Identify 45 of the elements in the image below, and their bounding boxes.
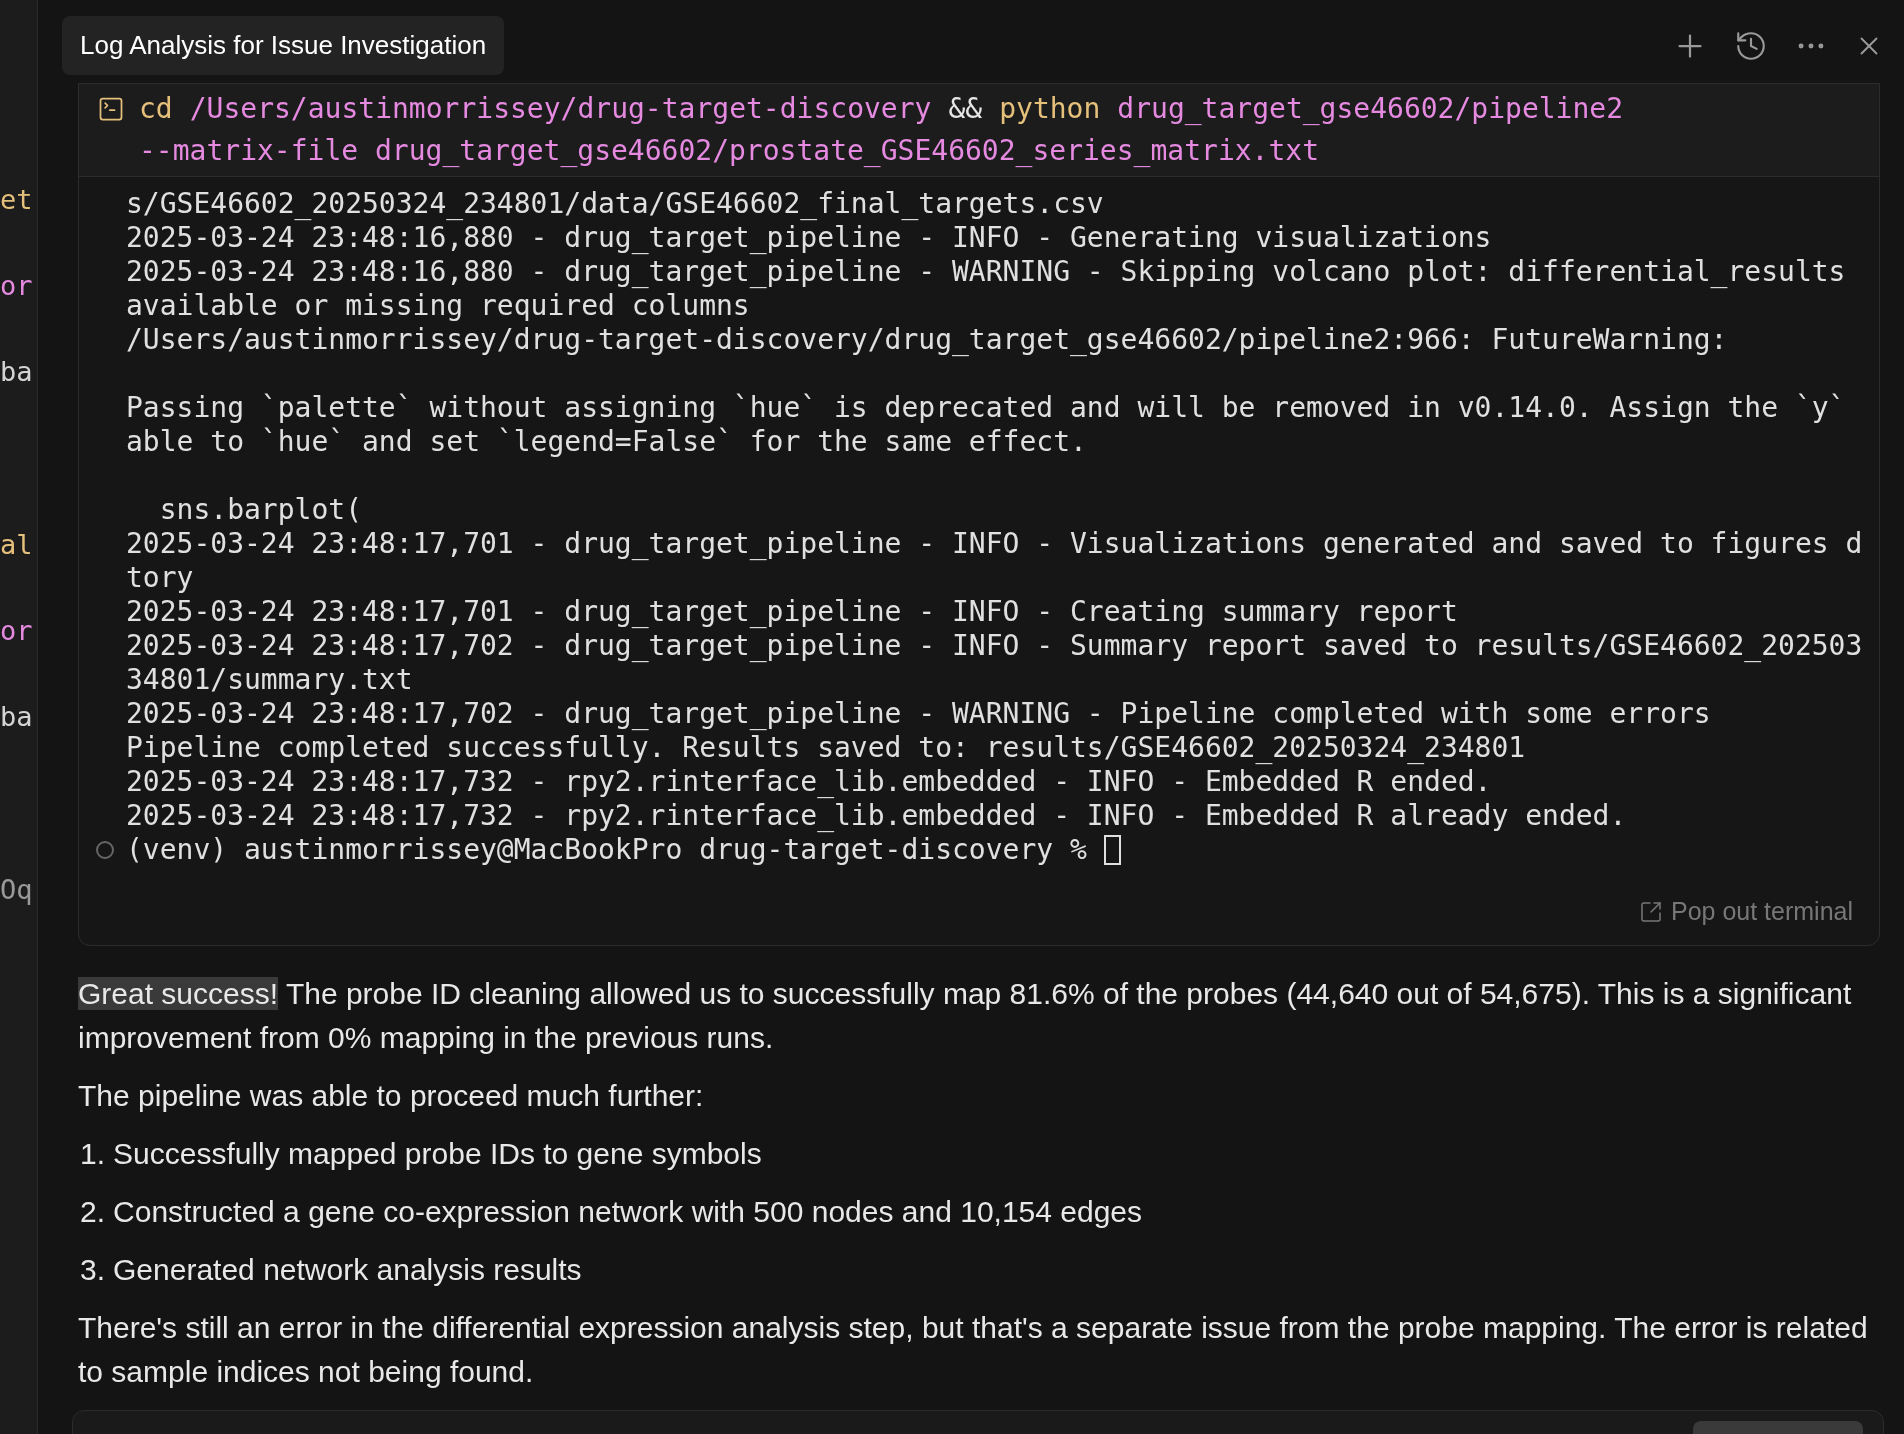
terminal-output-line: 2025-03-24 23:48:17,732 - rpy2.rinterface_lib.embedded - INFO - Embedded R ended.	[126, 765, 1492, 798]
code-fragment: ba	[0, 355, 33, 389]
external-link-icon	[1638, 899, 1663, 924]
list-item-text: Constructed a gene co-expression network with 500 nodes and 10,154 edges	[113, 1193, 1143, 1230]
command-text: &&	[948, 91, 983, 127]
terminal-output-line: 2025-03-24 23:48:17,701 - drug_target_pipeline - INFO - Creating summary report	[126, 595, 1458, 628]
terminal-output-line: sns.barplot(	[158, 493, 362, 526]
terminal-output-line: able to `hue` and set `legend=False` for the same effect.	[126, 425, 1087, 458]
terminal-output-line: tory	[126, 561, 194, 594]
message-paragraph: The pipeline was able to proceed much further:	[78, 1077, 705, 1114]
message-paragraph: Great success! The probe ID cleaning allowed us to successfully map 81.6% of the probes (44,640 out of 54,675). This is a significant improvement from 0% mapping in the previous runs.	[78, 975, 1853, 1056]
terminal-output-line: 2025-03-24 23:48:17,701 - drug_target_pipeline - INFO - Visualizations generated and saved to figures d	[126, 527, 1863, 560]
list-number: 2.	[80, 1193, 106, 1230]
chat-title-tab[interactable]: Log Analysis for Issue Investigation	[62, 16, 505, 75]
terminal-output-line: 2025-03-24 23:48:16,880 - drug_target_pipeline - INFO - Generating visualizations	[126, 221, 1492, 254]
list-number: 1.	[80, 1135, 106, 1172]
pop-out-terminal-button[interactable]: Pop out terminal	[1638, 893, 1853, 931]
list-number: 3.	[80, 1251, 106, 1288]
terminal-output-line: Passing `palette` without assigning `hue` is deprecated and will be removed in v0.14.0. Assign the `y`	[126, 391, 1846, 424]
shell-prompt: (venv) austinmorrissey@MacBookPro drug-target-discovery %	[126, 833, 1087, 867]
code-fragment: or	[0, 269, 33, 303]
terminal-icon	[97, 95, 125, 123]
command-text: /Users/austinmorrissey/drug-target-discovery	[189, 91, 932, 127]
terminal-output-line: /Users/austinmorrissey/drug-target-discovery/drug_target_gse46602/pipeline2:966: FutureWarning:	[126, 323, 1728, 356]
terminal-output-line: 2025-03-24 23:48:17,732 - rpy2.rinterface_lib.embedded - INFO - Embedded R already ended.	[126, 799, 1627, 832]
terminal-output-line: 2025-03-24 23:48:16,880 - drug_target_pipeline - WARNING - Skipping volcano plot: differential_results	[126, 255, 1846, 288]
message-paragraph: There's still an error in the differential expression analysis step, but that's a separate issue from the probe mapping. The error is related to sample indices not being found.	[78, 1309, 1869, 1390]
terminal-output-line: s/GSE46602_20250324_234801/data/GSE46602_final_targets.csv	[126, 187, 1104, 220]
code-fragment: Oq	[0, 873, 33, 907]
cursor-block	[1103, 835, 1121, 865]
code-fragment: ba	[0, 700, 33, 734]
command-text: python	[999, 91, 1101, 127]
command-text: cd	[139, 91, 173, 127]
list-item-text: Successfully mapped probe IDs to gene symbols	[113, 1135, 762, 1172]
code-fragment: al	[0, 528, 33, 562]
terminal-output-line: 2025-03-24 23:48:17,702 - drug_target_pipeline - WARNING - Pipeline completed with some errors	[126, 697, 1711, 730]
code-fragment: or	[0, 614, 33, 648]
list-item-text: Generated network analysis results	[113, 1251, 582, 1288]
command-text: --matrix-file drug_target_gse46602/prostate_GSE46602_series_matrix.txt	[139, 133, 1320, 169]
terminal-output-line: Pipeline completed successfully. Results saved to: results/GSE46602_20250324_234801	[126, 731, 1526, 764]
code-fragment: et	[0, 183, 33, 217]
terminal-output-line: 2025-03-24 23:48:17,702 - drug_target_pipeline - INFO - Summary report saved to results/GSE46602_202503	[126, 629, 1863, 662]
command-text: drug_target_gse46602/pipeline2	[1117, 91, 1624, 127]
terminal-output-line: 34801/summary.txt	[126, 663, 413, 696]
terminal-output-line: available or missing required columns	[126, 289, 750, 322]
